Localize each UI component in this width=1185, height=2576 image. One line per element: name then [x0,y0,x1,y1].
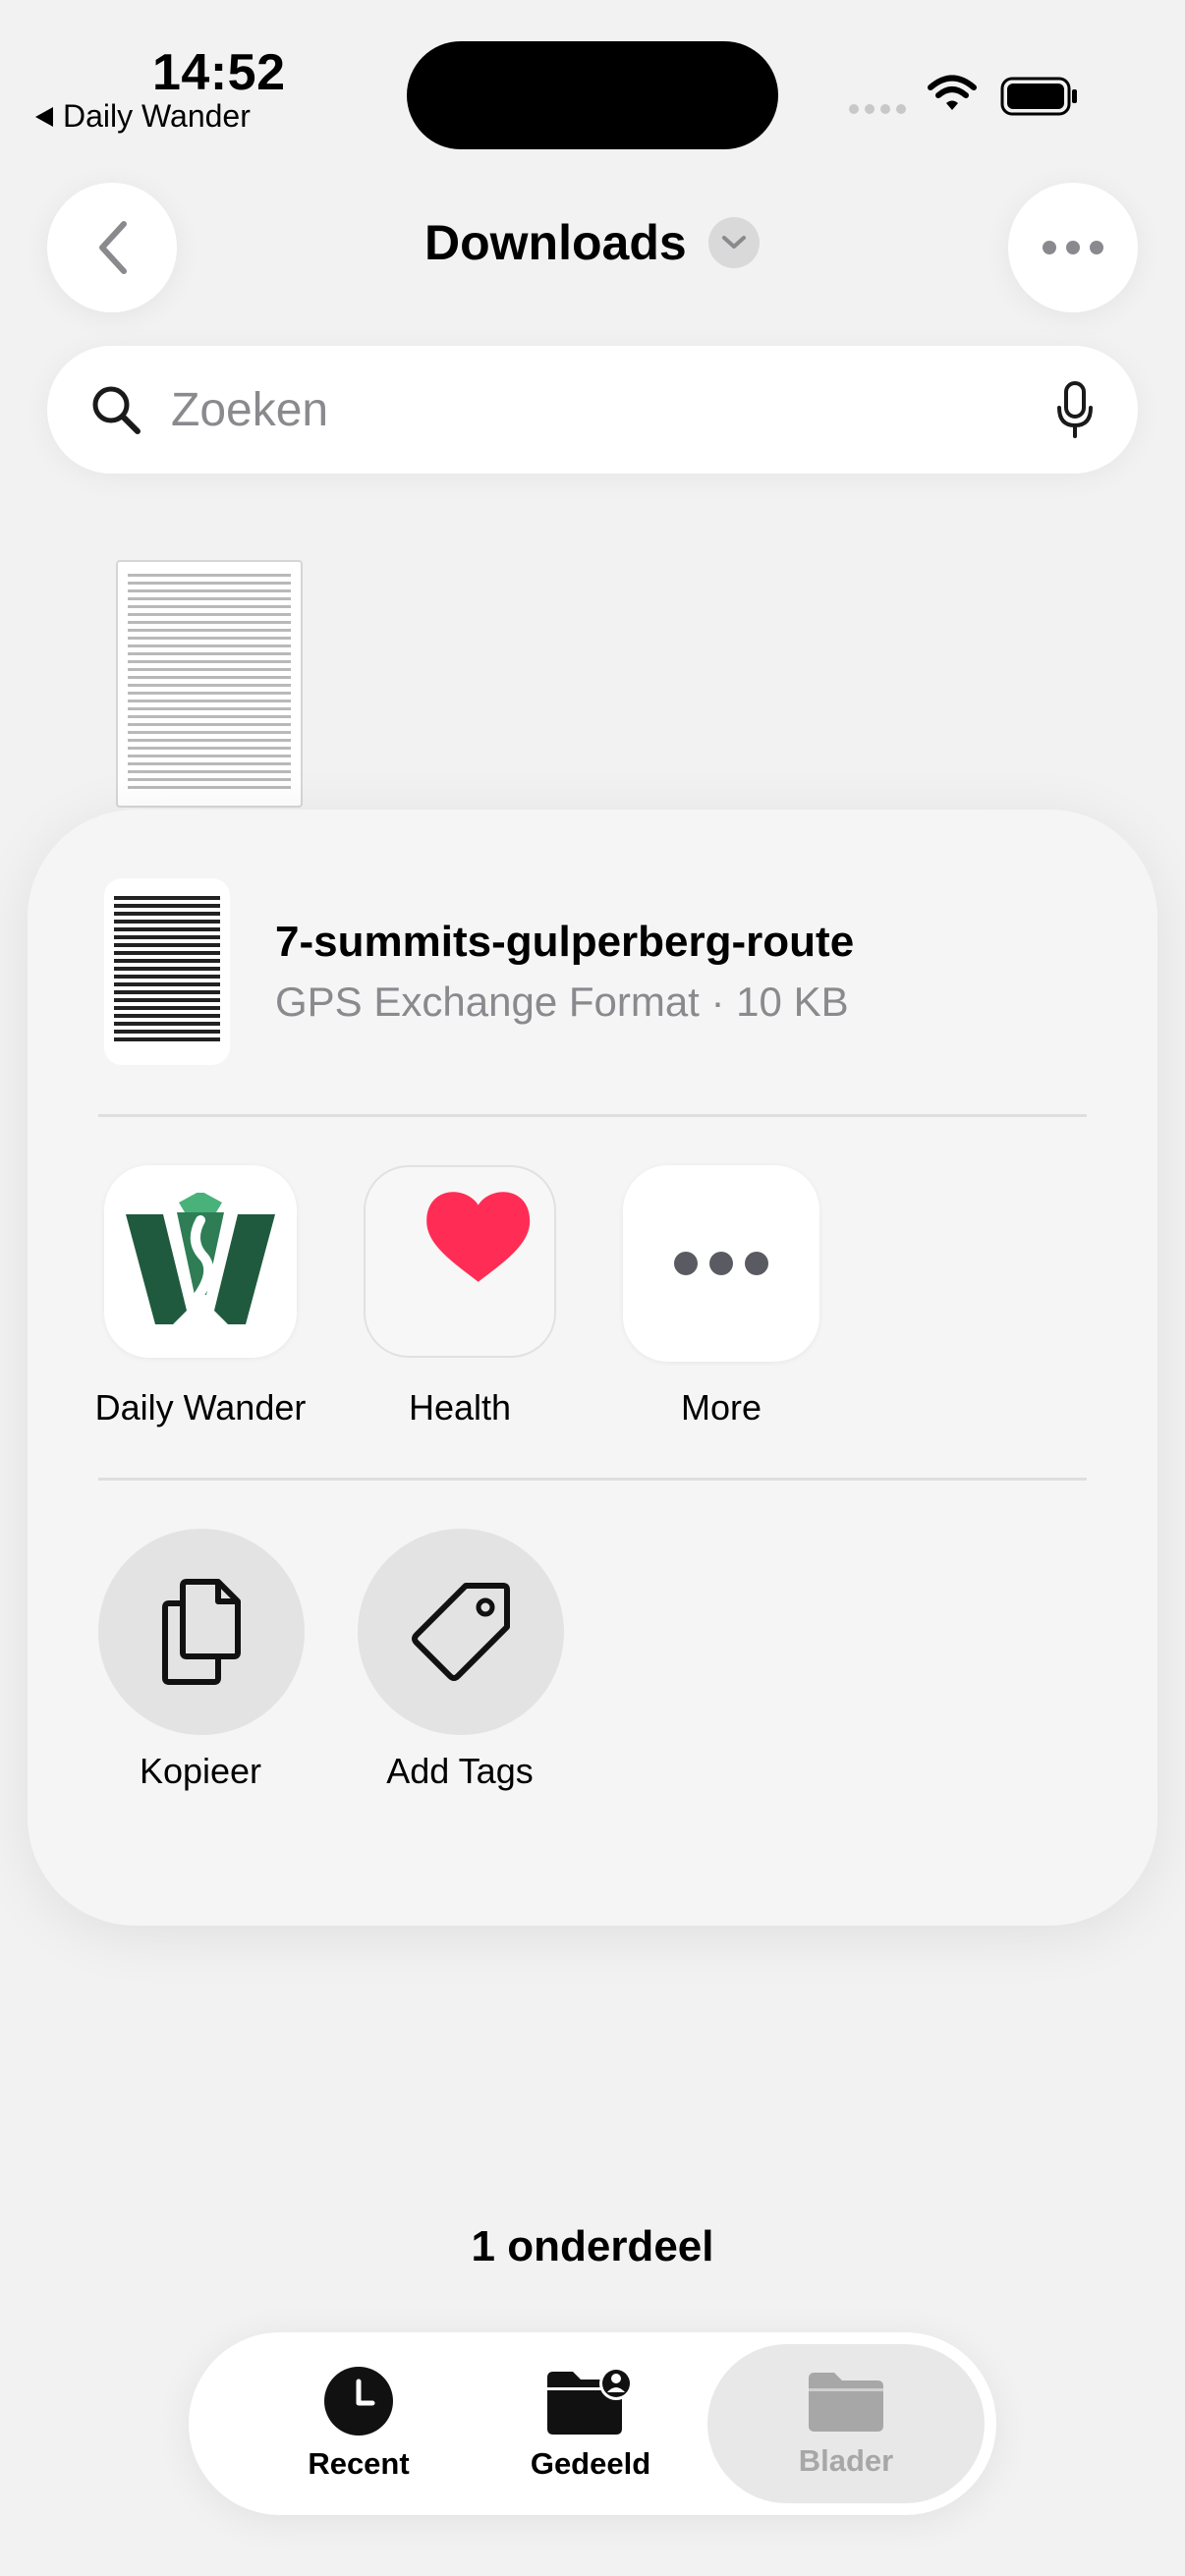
share-app-more[interactable] [623,1165,819,1362]
tab-label: Blader [798,2443,894,2478]
share-app-label: Health [408,1387,512,1428]
sheet-divider [98,1114,1087,1117]
copy-icon [162,1579,241,1685]
shared-file-meta: GPS Exchange Format · 10 KB [275,979,849,1025]
microphone-icon[interactable] [1055,380,1095,439]
back-button[interactable] [47,183,177,312]
chevron-down-icon [707,217,760,268]
sheet-divider [98,1478,1087,1481]
tab-browse[interactable]: Blader [735,2332,957,2515]
status-time: 14:52 [152,44,286,101]
battery-icon [1000,77,1077,116]
ellipsis-icon [1043,241,1103,254]
shared-file-name: 7-summits-gulperberg-route [275,918,855,966]
cellular-signal-icon [849,104,906,114]
item-count: 1 onderdeel [471,2222,714,2270]
back-app-label: Daily Wander [63,98,251,134]
health-app-icon [426,1192,531,1282]
tab-recent[interactable]: Recent [248,2332,470,2515]
chevron-left-icon [99,221,127,274]
shared-file-thumbnail [104,878,230,1065]
action-label: Add Tags [386,1751,534,1791]
share-app-daily-wander[interactable] [104,1165,297,1358]
search-placeholder: Zoeken [171,383,329,436]
shared-folder-icon [547,2367,633,2435]
tab-label: Gedeeld [530,2446,651,2481]
clock-icon [324,2367,393,2436]
share-app-health[interactable] [364,1165,556,1358]
wifi-icon [928,75,977,110]
share-app-label: Daily Wander [94,1387,307,1428]
file-thumbnail[interactable] [116,560,303,808]
folder-title-menu[interactable]: Downloads [424,214,760,271]
more-icon [674,1252,768,1275]
back-to-app-link[interactable]: Daily Wander [35,98,251,135]
page-title: Downloads [424,215,687,270]
share-app-label: More [680,1387,762,1428]
more-options-button[interactable] [1008,183,1138,312]
dynamic-island [407,41,778,149]
back-triangle-icon [35,106,53,127]
tab-label: Recent [308,2446,410,2481]
tag-icon [412,1583,510,1681]
action-label: Kopieer [139,1751,262,1791]
search-icon [92,386,141,434]
tab-shared[interactable]: Gedeeld [480,2332,702,2515]
search-bar[interactable]: Zoeken [47,346,1138,474]
copy-button[interactable] [98,1529,305,1735]
daily-wander-app-icon [126,1193,275,1324]
add-tags-button[interactable] [358,1529,564,1735]
tab-bar: Recent Gedeeld Blader [189,2332,996,2515]
folder-icon [809,2373,883,2432]
